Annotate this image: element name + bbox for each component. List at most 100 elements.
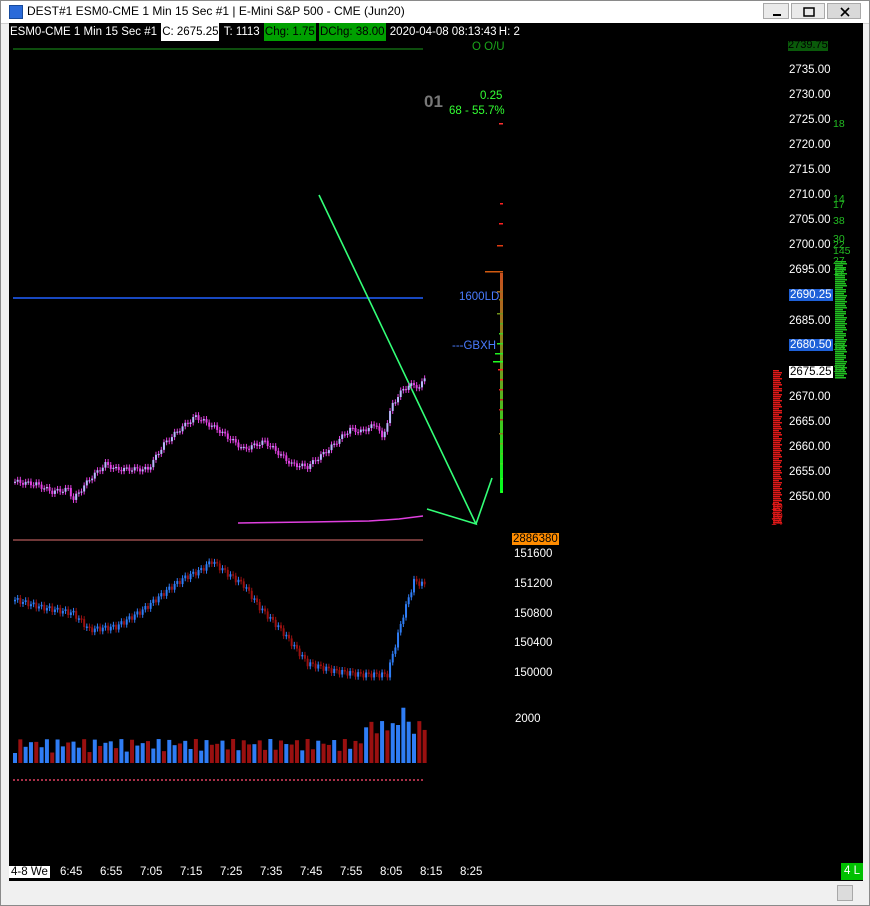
price-candle-body bbox=[173, 431, 176, 438]
close-button[interactable] bbox=[827, 3, 861, 19]
profile-strip-segment bbox=[500, 351, 503, 353]
scrollbar-thumb[interactable] bbox=[837, 885, 853, 901]
volume-profile-red-bar bbox=[773, 464, 780, 466]
profile-strip-segment bbox=[500, 319, 503, 321]
price-candle-body bbox=[192, 416, 195, 423]
volume-profile-red-bar bbox=[773, 404, 781, 406]
volume-profile-green-bar bbox=[835, 281, 845, 283]
volume-profile-green-bar bbox=[835, 353, 844, 355]
volume-profile-red-bar bbox=[773, 452, 780, 454]
price-candle-body bbox=[200, 420, 203, 422]
volume-bar bbox=[316, 740, 321, 763]
volume-bar bbox=[401, 707, 406, 763]
lower-axis-tick-label: 150000 bbox=[514, 667, 553, 679]
price-candle-body bbox=[120, 469, 123, 472]
volume-bar bbox=[273, 749, 278, 763]
profile-bar bbox=[499, 223, 503, 225]
volume-bar bbox=[34, 741, 39, 763]
profile-strip-segment bbox=[500, 401, 503, 403]
level-1600ld-label: 1600LD bbox=[459, 291, 500, 303]
price-candle-body bbox=[216, 425, 219, 430]
title-bar[interactable]: DEST#1 ESM0-CME 1 Min 15 Sec #1 | E-Mini… bbox=[1, 1, 869, 24]
volume-bar bbox=[103, 742, 108, 763]
profile-bar bbox=[495, 353, 503, 355]
price-candle-body bbox=[394, 402, 397, 404]
profile-strip-segment bbox=[500, 411, 503, 413]
price-plot[interactable] bbox=[9, 23, 863, 881]
price-candle-body bbox=[123, 467, 126, 472]
profile-strip-segment bbox=[500, 437, 503, 439]
maximize-button[interactable] bbox=[791, 3, 825, 19]
profile-bar bbox=[501, 453, 503, 455]
price-candle-body bbox=[309, 464, 312, 469]
price-candle-body bbox=[229, 438, 232, 441]
price-candle-body bbox=[147, 466, 149, 470]
price-axis-tick-label: 2705.00 bbox=[789, 214, 831, 226]
price-candle-body bbox=[128, 467, 131, 471]
price-candle-body bbox=[272, 446, 275, 448]
price-candle-body bbox=[53, 490, 56, 494]
horizontal-scrollbar[interactable] bbox=[1, 881, 869, 905]
profile-bar bbox=[493, 361, 503, 363]
price-axis-tick-label: 2665.00 bbox=[789, 416, 831, 428]
volume-profile-red-bar bbox=[773, 400, 782, 402]
profile-strip-segment bbox=[500, 489, 503, 491]
profile-strip-segment bbox=[500, 311, 503, 313]
volume-bar bbox=[231, 739, 236, 763]
profile-bar bbox=[501, 478, 503, 480]
volume-profile-green-bar bbox=[835, 323, 847, 325]
profile-strip-segment bbox=[500, 469, 503, 471]
profile-strip-segment bbox=[500, 339, 503, 341]
volume-profile-red-bar bbox=[773, 422, 782, 424]
volume-profile-green-bar bbox=[835, 359, 844, 361]
price-candle-body bbox=[367, 428, 370, 432]
volume-bar bbox=[332, 740, 337, 763]
price-candle-body bbox=[176, 431, 179, 433]
volume-bar bbox=[151, 748, 156, 763]
profile-strip-segment bbox=[500, 307, 503, 309]
profile-strip-segment bbox=[500, 337, 503, 339]
volume-bar bbox=[199, 750, 204, 763]
profile-bar bbox=[500, 323, 503, 325]
volume-profile-red-bar bbox=[773, 380, 780, 382]
window-title: DEST#1 ESM0-CME 1 Min 15 Sec #1 | E-Mini… bbox=[27, 4, 405, 18]
price-candle-body bbox=[16, 479, 19, 482]
volume-profile-red-bar bbox=[773, 374, 781, 376]
price-candle-body bbox=[27, 481, 30, 483]
price-axis-top-label: 2739.75 bbox=[788, 41, 828, 51]
price-candle-body bbox=[402, 388, 405, 391]
volume-profile-red-bar bbox=[773, 420, 780, 422]
volume-profile-red-bar bbox=[773, 384, 782, 386]
volume-profile-green-bar bbox=[835, 355, 846, 357]
o-ou-label: O O/U bbox=[472, 41, 505, 53]
price-candle-body bbox=[35, 482, 38, 486]
price-candle-body bbox=[152, 459, 155, 468]
volume-profile-red-bar bbox=[773, 456, 782, 458]
price-candle-body bbox=[208, 422, 211, 427]
price-candle-body bbox=[346, 433, 349, 435]
profile-count-label: 13 bbox=[833, 341, 845, 353]
minimize-button[interactable] bbox=[763, 3, 789, 19]
volume-profile-red-bar bbox=[773, 398, 780, 400]
profile-strip-segment bbox=[500, 471, 503, 473]
price-candle-body bbox=[264, 440, 267, 442]
profile-strip-segment bbox=[500, 441, 503, 443]
profile-bar bbox=[501, 491, 503, 493]
volume-bar bbox=[236, 750, 241, 763]
profile-strip-segment bbox=[500, 431, 503, 433]
price-candle-body bbox=[157, 453, 160, 456]
volume-profile-green-bar bbox=[835, 325, 845, 327]
volume-profile-red-bar bbox=[773, 462, 781, 464]
volume-bar bbox=[183, 740, 188, 763]
volume-bar bbox=[124, 751, 129, 763]
volume-profile-green-bar bbox=[835, 291, 846, 293]
volume-bar bbox=[390, 723, 395, 763]
volume-profile-green-bar bbox=[835, 297, 846, 299]
price-candle-body bbox=[125, 467, 128, 469]
study-value-label: 0.25 bbox=[480, 90, 503, 102]
volume-profile-red-bar bbox=[773, 418, 781, 420]
price-candle-body bbox=[194, 415, 197, 417]
volume-profile-green-bar bbox=[835, 285, 847, 287]
chart-area[interactable]: ESM0-CME 1 Min 15 Sec #1 C: 2675.25 T: 1… bbox=[9, 23, 863, 881]
time-axis-tick-label: 8:15 bbox=[420, 866, 443, 878]
